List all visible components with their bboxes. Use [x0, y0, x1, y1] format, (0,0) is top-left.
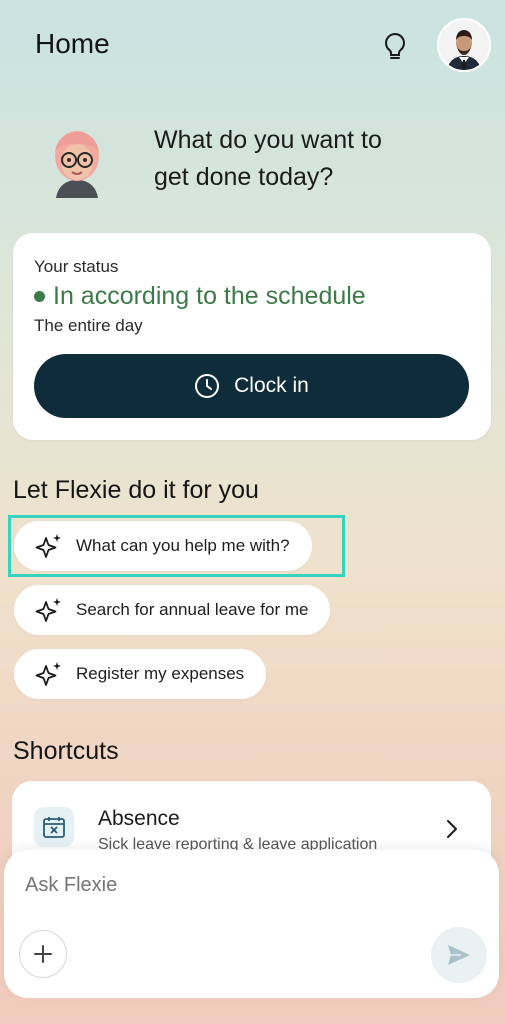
status-subtext: The entire day: [34, 316, 143, 335]
ask-flexie-panel: [4, 850, 499, 998]
send-button[interactable]: [431, 927, 487, 983]
sparkle-icon: [35, 662, 61, 686]
send-icon: [448, 945, 470, 965]
greeting-line-1: What do you want to: [154, 126, 382, 154]
suggestion-annual-leave-chip[interactable]: Search for annual leave for me: [14, 585, 331, 635]
clock-in-label: Clock in: [234, 374, 309, 397]
highlight-box: [8, 515, 345, 577]
lightbulb-icon[interactable]: [380, 30, 410, 64]
suggestion-expenses-chip[interactable]: Register my expenses: [14, 649, 267, 699]
page-title: Home: [35, 28, 110, 59]
plus-icon: [34, 945, 52, 963]
ask-flexie-input[interactable]: [25, 874, 425, 897]
suggestion-label: Search for annual leave for me: [76, 600, 309, 619]
calendar-x-icon: [34, 807, 74, 847]
shortcuts-heading: Shortcuts: [13, 737, 119, 765]
shortcut-title: Absence: [98, 807, 180, 830]
greeting-line-2: get done today?: [154, 163, 334, 191]
greeting-text: What do you want to get done today?: [154, 122, 454, 196]
clock-icon: [195, 374, 220, 398]
sparkle-icon: [35, 598, 61, 622]
status-label: Your status: [34, 257, 119, 276]
add-attachment-button[interactable]: [19, 930, 67, 978]
flexie-heading: Let Flexie do it for you: [13, 476, 259, 504]
status-dot-icon: [34, 291, 45, 302]
status-value: In according to the schedule: [34, 282, 366, 311]
clock-in-button[interactable]: Clock in: [34, 354, 469, 418]
assistant-avatar: [42, 122, 112, 198]
status-value-text: In according to the schedule: [53, 282, 366, 310]
status-card: Your status In according to the schedule…: [13, 233, 491, 440]
chevron-right-icon: [442, 817, 462, 846]
user-avatar[interactable]: [437, 18, 491, 72]
suggestion-label: Register my expenses: [76, 664, 245, 683]
